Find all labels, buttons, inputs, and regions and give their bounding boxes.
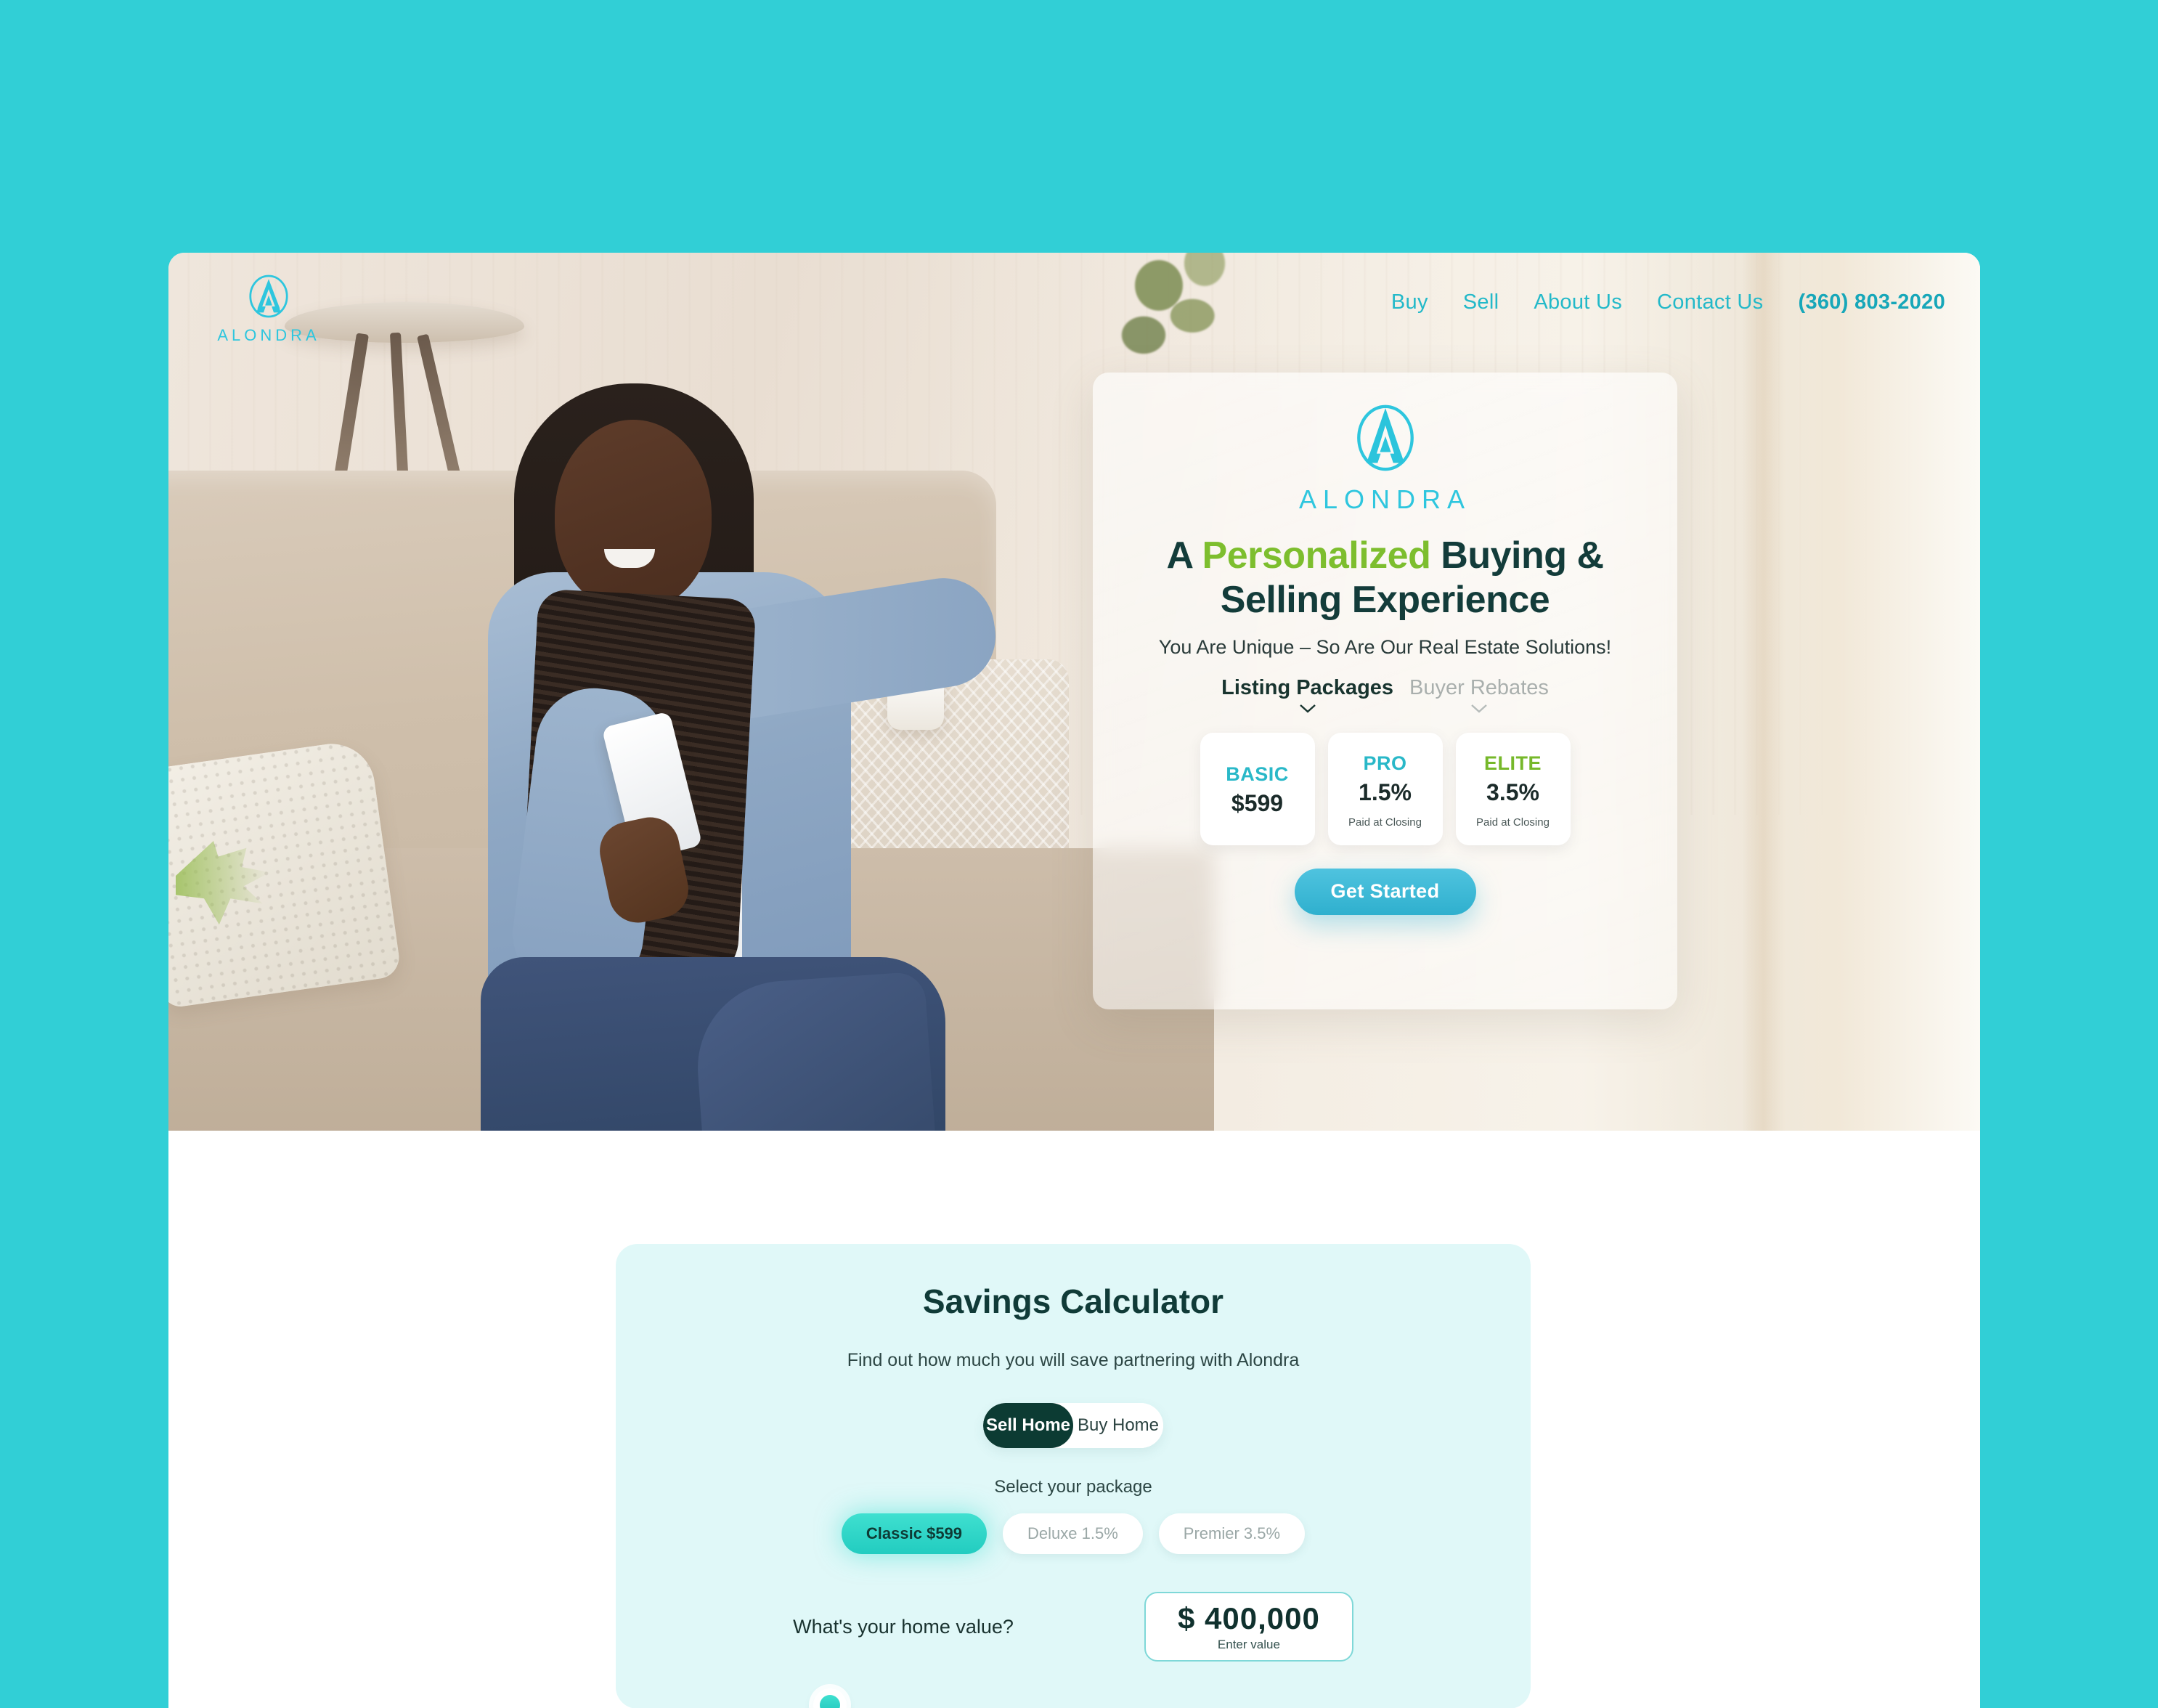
package-card-elite-name: ELITE (1483, 752, 1542, 774)
mode-toggle-buy-home[interactable]: Buy Home (1073, 1403, 1163, 1448)
headline-part-2: Buying & (1430, 534, 1604, 577)
package-card-elite[interactable]: ELITE 3.5% Paid at Closing (1455, 732, 1571, 845)
package-select-label: Select your package (994, 1477, 1152, 1497)
package-card-basic[interactable]: BASIC $599 (1200, 732, 1315, 845)
hero-card-wordmark: ALONDRA (1298, 484, 1472, 514)
alondra-a-monogram-icon (249, 274, 288, 318)
nav-item-buy[interactable]: Buy (1391, 290, 1428, 314)
package-card-basic-name: BASIC (1226, 763, 1289, 786)
headline-highlight: Personalized (1202, 534, 1431, 577)
home-value-hint: Enter value (1217, 1638, 1280, 1651)
home-value-currency: $ (1177, 1601, 1196, 1635)
home-value-number: 400,000 (1205, 1601, 1320, 1635)
nav-phone-number[interactable]: (360) 803-2020 (1798, 290, 1945, 314)
get-started-button[interactable]: Get Started (1294, 868, 1476, 915)
slider-handle[interactable] (813, 1688, 847, 1708)
tab-buyer-rebates[interactable]: Buyer Rebates (1409, 676, 1549, 714)
chevron-down-icon (1299, 704, 1316, 713)
person-face (555, 420, 712, 610)
savings-calculator-section: Savings Calculator Find out how much you… (168, 1131, 1980, 1708)
mode-toggle-sell-home[interactable]: Sell Home (983, 1403, 1073, 1448)
hero-headline: A Personalized Buying & Selling Experien… (1093, 534, 1677, 623)
savings-calculator-card: Savings Calculator Find out how much you… (616, 1244, 1531, 1708)
hero-section: ALONDRA Buy Sell About Us Contact Us (36… (168, 253, 1980, 1131)
package-card-pro-note: Paid at Closing (1348, 816, 1422, 829)
nav-item-sell[interactable]: Sell (1463, 290, 1499, 314)
tab-listing-packages[interactable]: Listing Packages (1221, 676, 1393, 714)
package-card-pro-price: 1.5% (1359, 778, 1412, 805)
package-pill-group: Classic $599 Deluxe 1.5% Premier 3.5% (616, 1513, 1531, 1554)
hero-package-cards: BASIC $599 PRO 1.5% Paid at Closing ELIT… (1093, 732, 1677, 845)
hero-subheadline: You Are Unique – So Are Our Real Estate … (1158, 635, 1612, 658)
home-value-input[interactable]: $ 400,000 Enter value (1144, 1592, 1353, 1662)
home-value-row: What's your home value? $ 400,000 Enter … (616, 1592, 1531, 1662)
alondra-a-monogram-icon (1356, 404, 1414, 471)
package-card-pro-name: PRO (1363, 752, 1407, 774)
browser-viewport: ALONDRA Buy Sell About Us Contact Us (36… (168, 253, 1980, 1708)
nav-item-about-us[interactable]: About Us (1534, 290, 1622, 314)
package-pill-classic[interactable]: Classic $599 (841, 1513, 988, 1554)
hero-offer-card: ALONDRA A Personalized Buying & Selling … (1093, 373, 1677, 1009)
nav-item-contact-us[interactable]: Contact Us (1657, 290, 1763, 314)
hero-tabs: Listing Packages Buyer Rebates (1093, 676, 1677, 714)
headline-part-1: A (1166, 534, 1202, 577)
package-card-elite-note: Paid at Closing (1476, 816, 1550, 829)
package-card-basic-price: $599 (1231, 790, 1284, 817)
package-pill-premier[interactable]: Premier 3.5% (1158, 1513, 1306, 1554)
header-logo[interactable]: ALONDRA (203, 271, 334, 345)
tab-listing-packages-label: Listing Packages (1221, 675, 1394, 699)
package-card-elite-price: 3.5% (1486, 778, 1539, 805)
tab-buyer-rebates-label: Buyer Rebates (1409, 675, 1549, 699)
header-logo-wordmark: ALONDRA (217, 326, 320, 344)
chevron-down-icon (1471, 704, 1487, 713)
mode-toggle: Sell Home Buy Home (983, 1403, 1163, 1448)
package-card-pro[interactable]: PRO 1.5% Paid at Closing (1327, 732, 1443, 845)
package-pill-deluxe[interactable]: Deluxe 1.5% (1003, 1513, 1143, 1554)
hero-person-photo (386, 282, 1003, 1131)
nav-links: Buy Sell About Us Contact Us (360) 803-2… (1391, 290, 1945, 314)
headline-line-2: Selling Experience (1220, 579, 1550, 622)
calculator-title: Savings Calculator (922, 1282, 1224, 1320)
top-navigation: ALONDRA Buy Sell About Us Contact Us (36… (168, 253, 1980, 376)
home-value-question: What's your home value? (793, 1615, 1014, 1638)
home-value-amount: $ 400,000 (1178, 1601, 1320, 1636)
window-curtain (1740, 253, 1980, 1131)
calculator-subtitle: Find out how much you will save partneri… (847, 1350, 1300, 1370)
